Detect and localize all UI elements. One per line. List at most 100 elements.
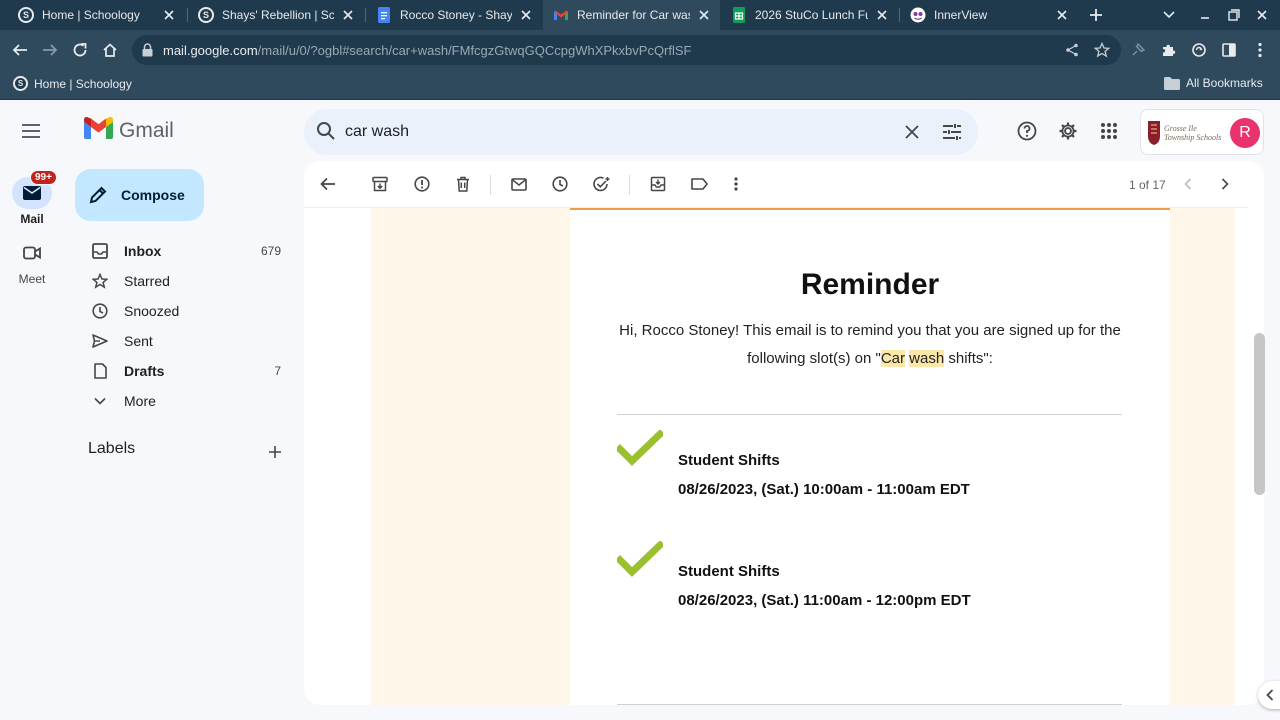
google-sheets-icon	[731, 7, 747, 23]
tab-title: Rocco Stoney - Shays' R	[400, 8, 512, 22]
clock-icon	[90, 301, 110, 321]
delete-icon[interactable]	[451, 172, 475, 196]
report-spam-icon[interactable]	[410, 172, 434, 196]
forward-icon[interactable]	[38, 38, 62, 62]
email-title: Reminder	[800, 268, 940, 301]
search-bar[interactable]: car wash	[304, 109, 978, 155]
message-view: 1 of 17 Reminder Hi, Rocco Stoney! This …	[304, 161, 1264, 705]
help-icon[interactable]	[1015, 119, 1039, 143]
tab-shays-rebellion[interactable]: S Shays' Rebellion | Scho	[188, 0, 364, 30]
nav-inbox[interactable]: Inbox 679	[80, 236, 288, 266]
rail-mail[interactable]: 99+ Mail	[0, 170, 64, 226]
newer-chevron-icon[interactable]	[1176, 172, 1200, 196]
browser-menu-icon[interactable]	[1248, 38, 1272, 62]
bookmark-star-icon[interactable]	[1090, 38, 1114, 62]
clear-search-icon[interactable]	[900, 120, 924, 144]
email-content: Reminder Hi, Rocco Stoney! This email is…	[570, 208, 1170, 705]
email-intro-end: shifts":	[944, 350, 993, 367]
bookmark-home-schoology[interactable]: S Home | Schoology	[13, 76, 132, 91]
tab-rocco-stoney-doc[interactable]: Rocco Stoney - Shays' R	[366, 0, 542, 30]
tab-search-chevron-icon[interactable]	[1157, 3, 1181, 27]
tab-innerview[interactable]: InnerView	[900, 0, 1078, 30]
older-chevron-icon[interactable]	[1213, 172, 1237, 196]
extension-pin-icon[interactable]	[1126, 38, 1150, 62]
side-panel-toggle[interactable]	[1258, 681, 1280, 709]
search-options-icon[interactable]	[940, 120, 964, 144]
nav-sent[interactable]: Sent	[80, 326, 288, 356]
scrollbar-thumb[interactable]	[1254, 333, 1265, 495]
share-icon[interactable]	[1060, 38, 1084, 62]
nav-count: 679	[260, 244, 281, 258]
address-bar[interactable]: mail.google.com/mail/u/0/?ogbl#search/ca…	[132, 35, 1121, 65]
snooze-icon[interactable]	[548, 172, 572, 196]
nav-snoozed[interactable]: Snoozed	[80, 296, 288, 326]
restore-icon[interactable]	[1222, 3, 1246, 27]
google-docs-icon	[376, 7, 392, 23]
url-path: /mail/u/0/?ogbl#search/car+wash/FMfcgzGt…	[257, 43, 692, 58]
innerview-icon	[910, 7, 926, 23]
account-switcher[interactable]: Grosse Ile Township Schools R	[1140, 109, 1264, 155]
close-icon[interactable]	[161, 7, 177, 23]
add-label-icon[interactable]	[264, 441, 286, 463]
main-menu-icon[interactable]	[19, 119, 43, 143]
nav-more[interactable]: More	[80, 386, 288, 416]
schoology-icon: S	[13, 76, 28, 91]
gmail-logo[interactable]: Gmail	[84, 116, 174, 144]
sync-icon[interactable]	[1187, 38, 1211, 62]
close-icon[interactable]	[340, 7, 356, 23]
nav-drafts[interactable]: Drafts 7	[80, 356, 288, 386]
meet-rail-pill[interactable]	[12, 237, 52, 269]
slot-name: Student Shifts	[678, 452, 780, 469]
close-icon[interactable]	[1054, 7, 1070, 23]
folder-icon	[1164, 76, 1180, 90]
archive-icon[interactable]	[368, 172, 392, 196]
close-icon[interactable]	[518, 7, 534, 23]
search-icon[interactable]	[316, 121, 336, 146]
nav-starred[interactable]: Starred	[80, 266, 288, 296]
back-icon[interactable]	[8, 38, 32, 62]
video-camera-icon	[23, 246, 41, 260]
signup-slot: Student Shifts 08/26/2023, (Sat.) 11:00a…	[615, 540, 1122, 611]
browser-toolbar: mail.google.com/mail/u/0/?ogbl#search/ca…	[0, 30, 1280, 70]
unread-badge: 99+	[30, 170, 57, 185]
tab-home-schoology[interactable]: S Home | Schoology	[8, 0, 185, 30]
tab-stuco-lunch-sheet[interactable]: 2026 StuCo Lunch Fun	[721, 0, 898, 30]
pencil-icon	[89, 186, 107, 204]
new-tab-button[interactable]	[1084, 3, 1108, 27]
all-bookmarks-label: All Bookmarks	[1186, 76, 1263, 90]
nav-label: Starred	[124, 273, 170, 289]
settings-gear-icon[interactable]	[1056, 119, 1080, 143]
rail-label-meet: Meet	[18, 272, 46, 286]
close-window-icon[interactable]	[1250, 3, 1274, 27]
url-text: mail.google.com/mail/u/0/?ogbl#search/ca…	[163, 43, 692, 58]
mail-rail-pill[interactable]: 99+	[12, 170, 57, 209]
label-tag-icon[interactable]	[687, 172, 711, 196]
google-apps-icon[interactable]	[1097, 119, 1121, 143]
slot-time: 08/26/2023, (Sat.) 10:00am - 11:00am EDT	[678, 481, 970, 498]
add-to-tasks-icon[interactable]	[590, 172, 614, 196]
all-bookmarks-button[interactable]: All Bookmarks	[1164, 76, 1263, 90]
avatar[interactable]: R	[1230, 118, 1260, 148]
move-to-icon[interactable]	[646, 172, 670, 196]
gmail-wordmark: Gmail	[119, 118, 174, 142]
close-icon[interactable]	[696, 7, 712, 23]
search-input[interactable]: car wash	[345, 123, 409, 141]
school-crest-icon	[1148, 121, 1160, 145]
rail-meet[interactable]: Meet	[0, 237, 64, 286]
side-panel-icon[interactable]	[1217, 38, 1241, 62]
home-icon[interactable]	[98, 38, 122, 62]
extensions-puzzle-icon[interactable]	[1157, 38, 1181, 62]
mark-unread-icon[interactable]	[507, 172, 531, 196]
compose-button[interactable]: Compose	[75, 169, 204, 221]
reload-icon[interactable]	[68, 38, 92, 62]
lock-icon	[142, 43, 153, 62]
nav-label: Inbox	[124, 243, 162, 259]
tab-reminder-car-wash[interactable]: Reminder for Car wash	[543, 0, 720, 30]
back-to-search-icon[interactable]	[316, 172, 340, 196]
minimize-icon[interactable]	[1193, 3, 1217, 27]
close-icon[interactable]	[874, 7, 890, 23]
gmail-m-icon	[84, 116, 113, 144]
more-options-icon[interactable]	[724, 172, 748, 196]
divider	[617, 414, 1122, 415]
school-logo: Grosse Ile Township Schools	[1147, 118, 1223, 148]
